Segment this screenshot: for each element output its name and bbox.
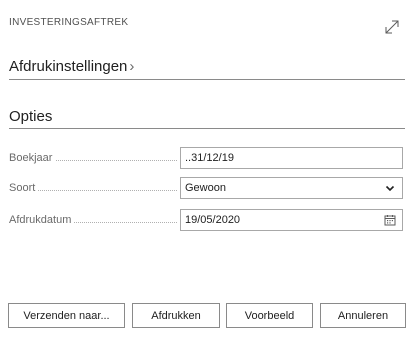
soort-label-text: Soort bbox=[9, 182, 39, 194]
send-to-button-label: Verzenden naar... bbox=[23, 309, 110, 322]
print-button-label: Afdrukken bbox=[151, 309, 201, 322]
dialog-title: INVESTERINGSAFTREK bbox=[9, 17, 129, 28]
boekjaar-label: Boekjaar bbox=[9, 152, 177, 164]
afdrukdatum-label-text: Afdrukdatum bbox=[9, 214, 75, 226]
cancel-button[interactable]: Annuleren bbox=[320, 303, 406, 328]
preview-button-label: Voorbeeld bbox=[244, 309, 295, 322]
section-divider bbox=[9, 79, 405, 80]
chevron-right-icon: › bbox=[129, 58, 135, 75]
section-divider bbox=[9, 128, 405, 129]
boekjaar-label-text: Boekjaar bbox=[9, 152, 56, 164]
chevron-down-icon[interactable] bbox=[384, 182, 396, 194]
print-settings-label: Afdrukinstellingen bbox=[9, 58, 128, 75]
calendar-icon[interactable] bbox=[384, 214, 396, 226]
soort-label: Soort bbox=[9, 182, 177, 194]
print-settings-link[interactable]: Afdrukinstellingen › bbox=[9, 58, 134, 75]
preview-button[interactable]: Voorbeeld bbox=[226, 303, 313, 328]
afdrukdatum-value: 19/05/2020 bbox=[185, 214, 241, 226]
options-section-title: Opties bbox=[9, 108, 53, 125]
soort-select[interactable]: Gewoon bbox=[180, 177, 403, 199]
afdrukdatum-input[interactable]: 19/05/2020 bbox=[180, 209, 403, 231]
boekjaar-value: ..31/12/19 bbox=[185, 152, 234, 164]
print-button[interactable]: Afdrukken bbox=[132, 303, 220, 328]
afdrukdatum-label: Afdrukdatum bbox=[9, 214, 177, 226]
expand-icon[interactable] bbox=[383, 18, 401, 36]
send-to-button[interactable]: Verzenden naar... bbox=[8, 303, 125, 328]
soort-value: Gewoon bbox=[185, 182, 226, 194]
cancel-button-label: Annuleren bbox=[337, 309, 389, 322]
boekjaar-input[interactable]: ..31/12/19 bbox=[180, 147, 403, 169]
